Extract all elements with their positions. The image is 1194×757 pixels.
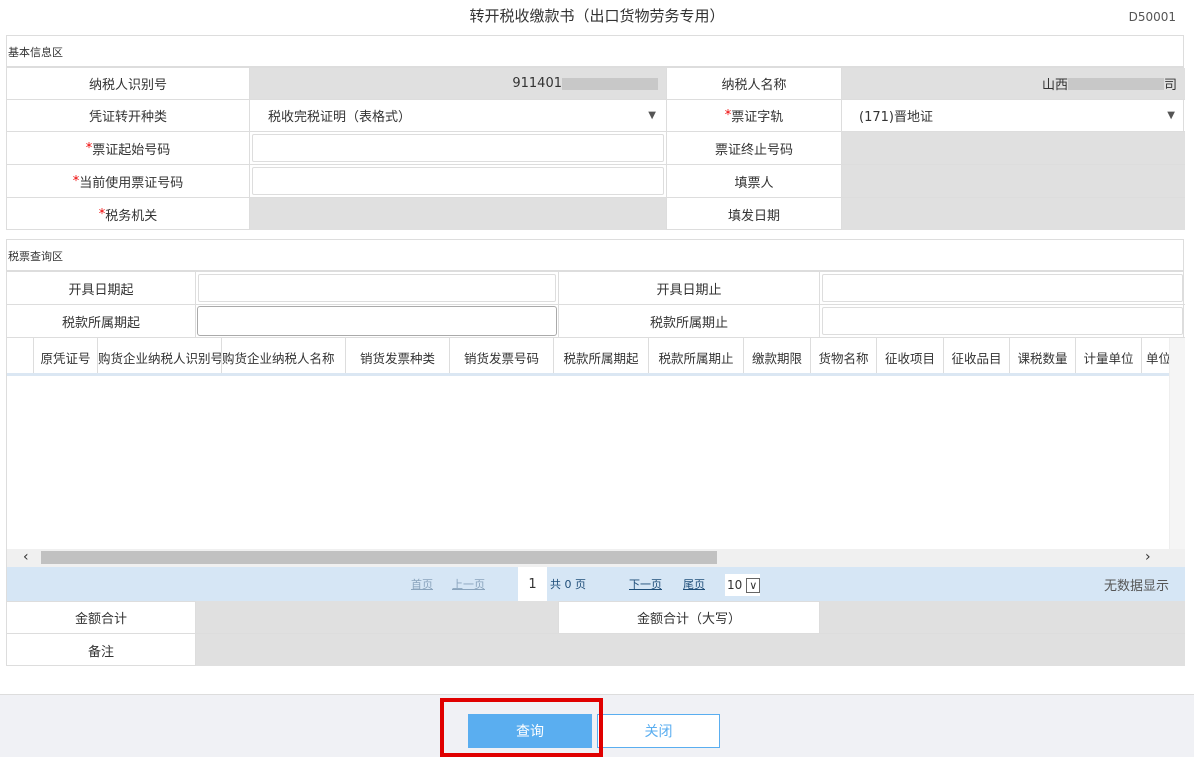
taxpayer-name-field: 山西 司: [842, 68, 1185, 100]
period-to-cell: [820, 305, 1185, 338]
end-no-field: [842, 132, 1185, 165]
query-section: 税票查询区 开具日期起 开具日期止 税款所属期起 税款所属期止 原凭证号 购货企…: [6, 239, 1185, 666]
redacted: [1067, 77, 1164, 90]
no-data-text: 无数据显示: [1103, 578, 1169, 594]
row-number-header: [7, 338, 34, 373]
basic-info-section: 基本信息区 纳税人识别号 911401 纳税人名称 山西 司 凭证转开种类 税收完…: [6, 35, 1185, 230]
column-header[interactable]: 计量单位: [1076, 338, 1142, 373]
ticket-track-label: * 票证字轨: [667, 100, 842, 132]
period-from-label: 税款所属期起: [7, 305, 196, 338]
close-button[interactable]: 关闭: [597, 714, 720, 748]
column-header[interactable]: 征收品目: [944, 338, 1010, 373]
issue-from-cell: [196, 272, 559, 305]
column-header[interactable]: 单位: [1142, 338, 1169, 373]
tax-office-field: [250, 198, 667, 230]
scroll-left-icon[interactable]: ‹: [23, 549, 29, 565]
last-page-link[interactable]: 尾页: [683, 567, 705, 601]
ticket-track-value: (171)晋地证: [859, 110, 933, 125]
filler-label: 填票人: [667, 165, 842, 198]
pager: 首页 上一页 1 共 0 页 下一页 尾页 10 ∨ 无数据显示: [7, 567, 1185, 601]
voucher-type-label: 凭证转开种类: [7, 100, 250, 132]
column-header[interactable]: 缴款期限: [744, 338, 811, 373]
horizontal-scrollbar[interactable]: ‹ ›: [7, 549, 1185, 567]
issue-to-input[interactable]: [822, 274, 1183, 302]
section-title: 基本信息区: [7, 36, 1183, 68]
sum-label: 金额合计: [7, 601, 196, 634]
end-no-label: 票证终止号码: [667, 132, 842, 165]
current-no-label: * 当前使用票证号码: [7, 165, 250, 198]
form-code: D50001: [1128, 10, 1176, 24]
sum-upper-field: [820, 601, 1185, 634]
current-no-cell: [250, 165, 667, 198]
tax-office-label: * 税务机关: [7, 198, 250, 230]
taxpayer-name-label: 纳税人名称: [667, 68, 842, 100]
remark-field[interactable]: [196, 634, 1185, 666]
label-text: 票证字轨: [731, 110, 784, 125]
issue-from-label: 开具日期起: [7, 272, 196, 305]
sum-field: [196, 601, 559, 634]
section-title: 税票查询区: [7, 240, 1183, 272]
redacted: [562, 77, 658, 90]
chevron-down-icon: ∨: [746, 577, 761, 593]
column-header[interactable]: 货物名称: [811, 338, 877, 373]
first-page-link[interactable]: 首页: [411, 567, 433, 601]
column-header[interactable]: 购货企业纳税人名称: [222, 338, 346, 373]
period-to-label: 税款所属期止: [559, 305, 820, 338]
column-header[interactable]: 税款所属期起: [554, 338, 649, 373]
scroll-right-icon[interactable]: ›: [1145, 549, 1151, 565]
sum-upper-label: 金额合计（大写）: [559, 601, 820, 634]
page-size-select[interactable]: 10 ∨: [725, 574, 761, 596]
page-size-value: 10: [727, 578, 743, 592]
fill-date-field: [842, 198, 1185, 230]
name-suffix: 司: [1163, 78, 1177, 93]
voucher-type-select[interactable]: 税收完税证明（表格式） ▼: [250, 100, 667, 132]
page-number-input[interactable]: 1: [518, 567, 547, 601]
column-header[interactable]: 原凭证号: [34, 338, 98, 373]
name-prefix: 山西: [1041, 78, 1068, 93]
ticket-track-select[interactable]: (171)晋地证 ▼: [842, 100, 1185, 132]
column-header[interactable]: 购货企业纳税人识别号: [98, 338, 222, 373]
issue-to-label: 开具日期止: [559, 272, 820, 305]
current-no-input[interactable]: [252, 167, 664, 195]
start-no-input[interactable]: [252, 134, 664, 162]
column-header[interactable]: 征收项目: [877, 338, 944, 373]
total-pages: 共 0 页: [550, 578, 586, 591]
highlight-box: [440, 698, 603, 757]
label-text: 票证起始号码: [92, 142, 171, 158]
vertical-scrollbar[interactable]: [1169, 338, 1185, 549]
column-header[interactable]: 销货发票种类: [346, 338, 450, 373]
page-title: 转开税收缴款书（出口货物劳务专用）: [469, 7, 725, 25]
label-text: 当前使用票证号码: [79, 175, 184, 191]
remark-label: 备注: [7, 634, 196, 666]
column-header[interactable]: 税款所属期止: [649, 338, 744, 373]
prev-page-link[interactable]: 上一页: [452, 567, 485, 601]
voucher-type-value: 税收完税证明（表格式）: [268, 110, 412, 125]
period-from-cell: [196, 305, 559, 338]
dropdown-arrow-icon: ▼: [1167, 110, 1175, 121]
fill-date-label: 填发日期: [667, 198, 842, 230]
taxpayer-id-field: 911401: [250, 68, 667, 100]
period-to-input[interactable]: [822, 307, 1183, 335]
dropdown-arrow-icon: ▼: [648, 110, 656, 121]
period-from-input[interactable]: [197, 306, 557, 336]
issue-from-input[interactable]: [198, 274, 556, 302]
start-no-cell: [250, 132, 667, 165]
filler-field: [842, 165, 1185, 198]
start-no-label: * 票证起始号码: [7, 132, 250, 165]
next-page-link[interactable]: 下一页: [629, 567, 662, 601]
taxpayer-id-label: 纳税人识别号: [7, 68, 250, 100]
taxpayer-id-value: 911401: [512, 76, 562, 91]
column-header[interactable]: 销货发票号码: [450, 338, 554, 373]
label-text: 税务机关: [105, 208, 158, 224]
grid-header: 原凭证号 购货企业纳税人识别号 购货企业纳税人名称 销货发票种类 销货发票号码 …: [7, 338, 1169, 376]
column-header[interactable]: 课税数量: [1010, 338, 1076, 373]
scrollbar-thumb[interactable]: [41, 551, 717, 564]
issue-to-cell: [820, 272, 1185, 305]
